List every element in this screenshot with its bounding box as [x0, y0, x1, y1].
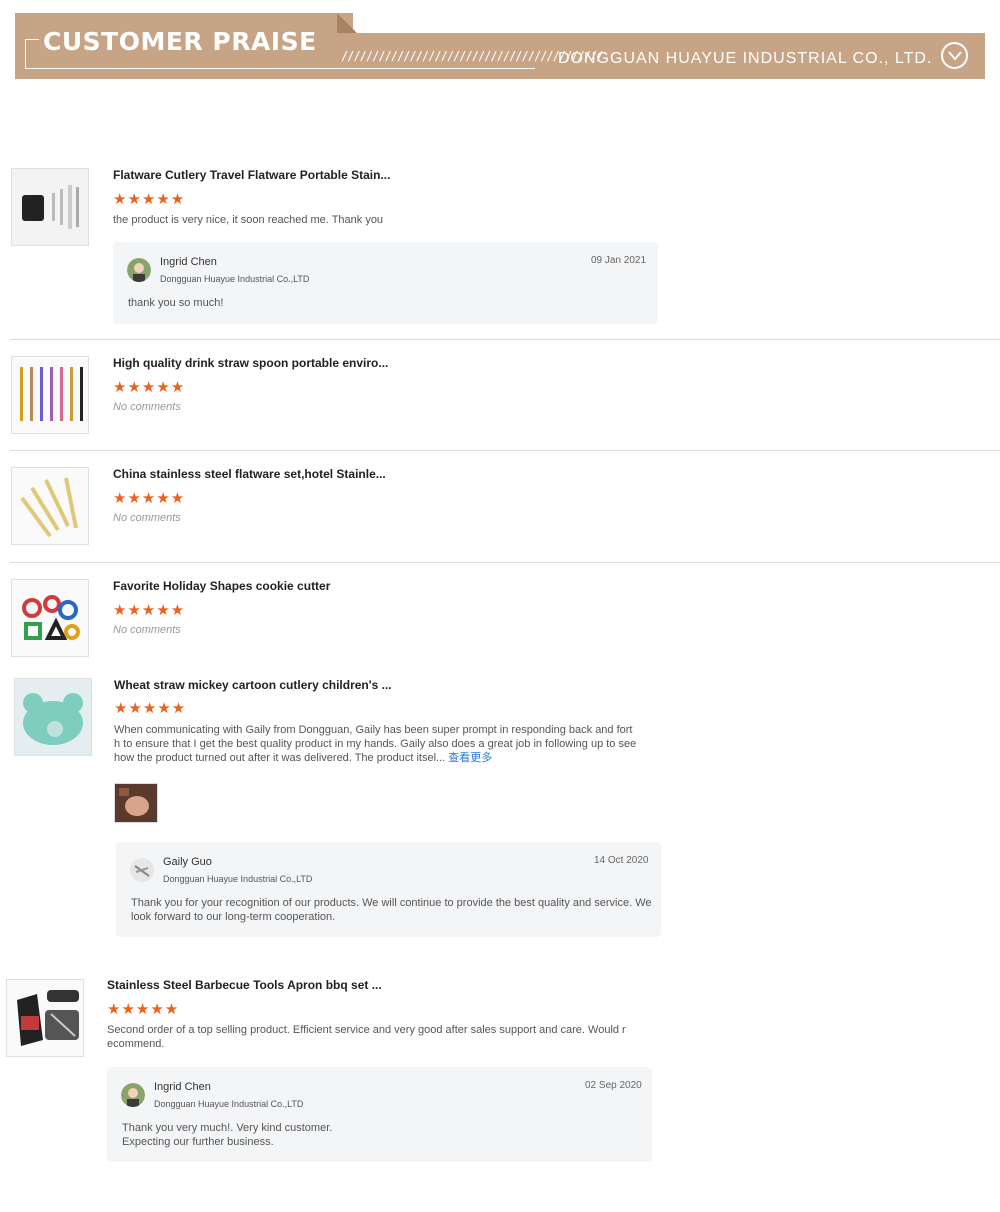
- product-thumbnail[interactable]: [14, 678, 92, 756]
- divider: [10, 562, 1000, 563]
- product-thumbnail[interactable]: [11, 356, 89, 434]
- review-comment-line: ecommend.: [107, 1038, 165, 1050]
- rating-stars: ★★★★★: [113, 379, 186, 396]
- product-title[interactable]: Favorite Holiday Shapes cookie cutter: [113, 579, 330, 593]
- product-thumbnail[interactable]: [11, 168, 89, 246]
- reply-text-line: Thank you for your recognition of our pr…: [131, 897, 652, 909]
- rating-stars: ★★★★★: [113, 602, 186, 619]
- review-photo[interactable]: [114, 783, 158, 823]
- rating-stars: ★★★★★: [107, 1001, 180, 1018]
- review-comment-line: how the product turned out after it was …: [114, 751, 492, 765]
- divider: [10, 339, 1000, 340]
- banner-cutout: [353, 13, 985, 33]
- reply-text-line: look forward to our long-term cooperatio…: [131, 911, 336, 923]
- chevron-down-icon[interactable]: [941, 42, 968, 69]
- rating-stars: ★★★★★: [114, 700, 187, 717]
- header-banner: CUSTOMER PRAISE ////////////////////////…: [15, 13, 985, 79]
- banner-frame-top: [25, 39, 39, 40]
- review-comment: No comments: [113, 401, 181, 413]
- reply-text-line: Thank you very much!. Very kind customer…: [122, 1122, 333, 1134]
- reply-company: Dongguan Huayue Industrial Co.,LTD: [163, 874, 313, 884]
- reply-text: thank you so much!: [128, 297, 224, 309]
- product-thumbnail[interactable]: [11, 467, 89, 545]
- product-title[interactable]: China stainless steel flatware set,hotel…: [113, 467, 386, 481]
- reply-date: 09 Jan 2021: [591, 255, 647, 266]
- reply-author: Ingrid Chen: [160, 256, 217, 268]
- divider: [10, 450, 1000, 451]
- product-title[interactable]: High quality drink straw spoon portable …: [113, 356, 388, 370]
- product-thumbnail[interactable]: [6, 979, 84, 1057]
- reply-company: Dongguan Huayue Industrial Co.,LTD: [154, 1099, 304, 1109]
- comment-text: how the product turned out after it was …: [114, 752, 446, 764]
- company-name: DONGGUAN HUAYUE INDUSTRIAL CO., LTD.: [558, 50, 933, 67]
- seller-reply: Ingrid Chen Dongguan Huayue Industrial C…: [113, 242, 658, 324]
- product-title[interactable]: Stainless Steel Barbecue Tools Apron bbq…: [107, 978, 382, 992]
- product-title[interactable]: Wheat straw mickey cartoon cutlery child…: [114, 678, 392, 692]
- banner-frame-bottom: [25, 68, 535, 69]
- review-comment: No comments: [113, 624, 181, 636]
- product-thumbnail[interactable]: [11, 579, 89, 657]
- review-comment-line: Second order of a top selling product. E…: [107, 1024, 626, 1036]
- seller-reply: Gaily Guo Dongguan Huayue Industrial Co.…: [116, 842, 661, 937]
- view-more-link[interactable]: 查看更多: [448, 752, 492, 764]
- reply-company: Dongguan Huayue Industrial Co.,LTD: [160, 274, 310, 284]
- reply-author: Gaily Guo: [163, 856, 212, 868]
- reply-text-line: Expecting our further business.: [122, 1136, 274, 1148]
- review-comment: the product is very nice, it soon reache…: [113, 214, 384, 226]
- rating-stars: ★★★★★: [113, 490, 186, 507]
- page-title: CUSTOMER PRAISE: [43, 27, 317, 56]
- seller-reply: Ingrid Chen Dongguan Huayue Industrial C…: [107, 1067, 652, 1162]
- review-comment: No comments: [113, 512, 181, 524]
- review-comment-line: h to ensure that I get the best quality …: [114, 738, 637, 750]
- reply-date: 02 Sep 2020: [585, 1080, 642, 1091]
- rating-stars: ★★★★★: [113, 191, 186, 208]
- banner-fold: [337, 13, 357, 33]
- reply-author: Ingrid Chen: [154, 1081, 211, 1093]
- avatar: [130, 858, 154, 882]
- banner-frame-left: [25, 39, 26, 69]
- review-comment-line: When communicating with Gaily from Dongg…: [114, 724, 633, 736]
- avatar: [127, 258, 151, 282]
- reply-date: 14 Oct 2020: [594, 855, 649, 866]
- product-title[interactable]: Flatware Cutlery Travel Flatware Portabl…: [113, 168, 390, 182]
- avatar: [121, 1083, 145, 1107]
